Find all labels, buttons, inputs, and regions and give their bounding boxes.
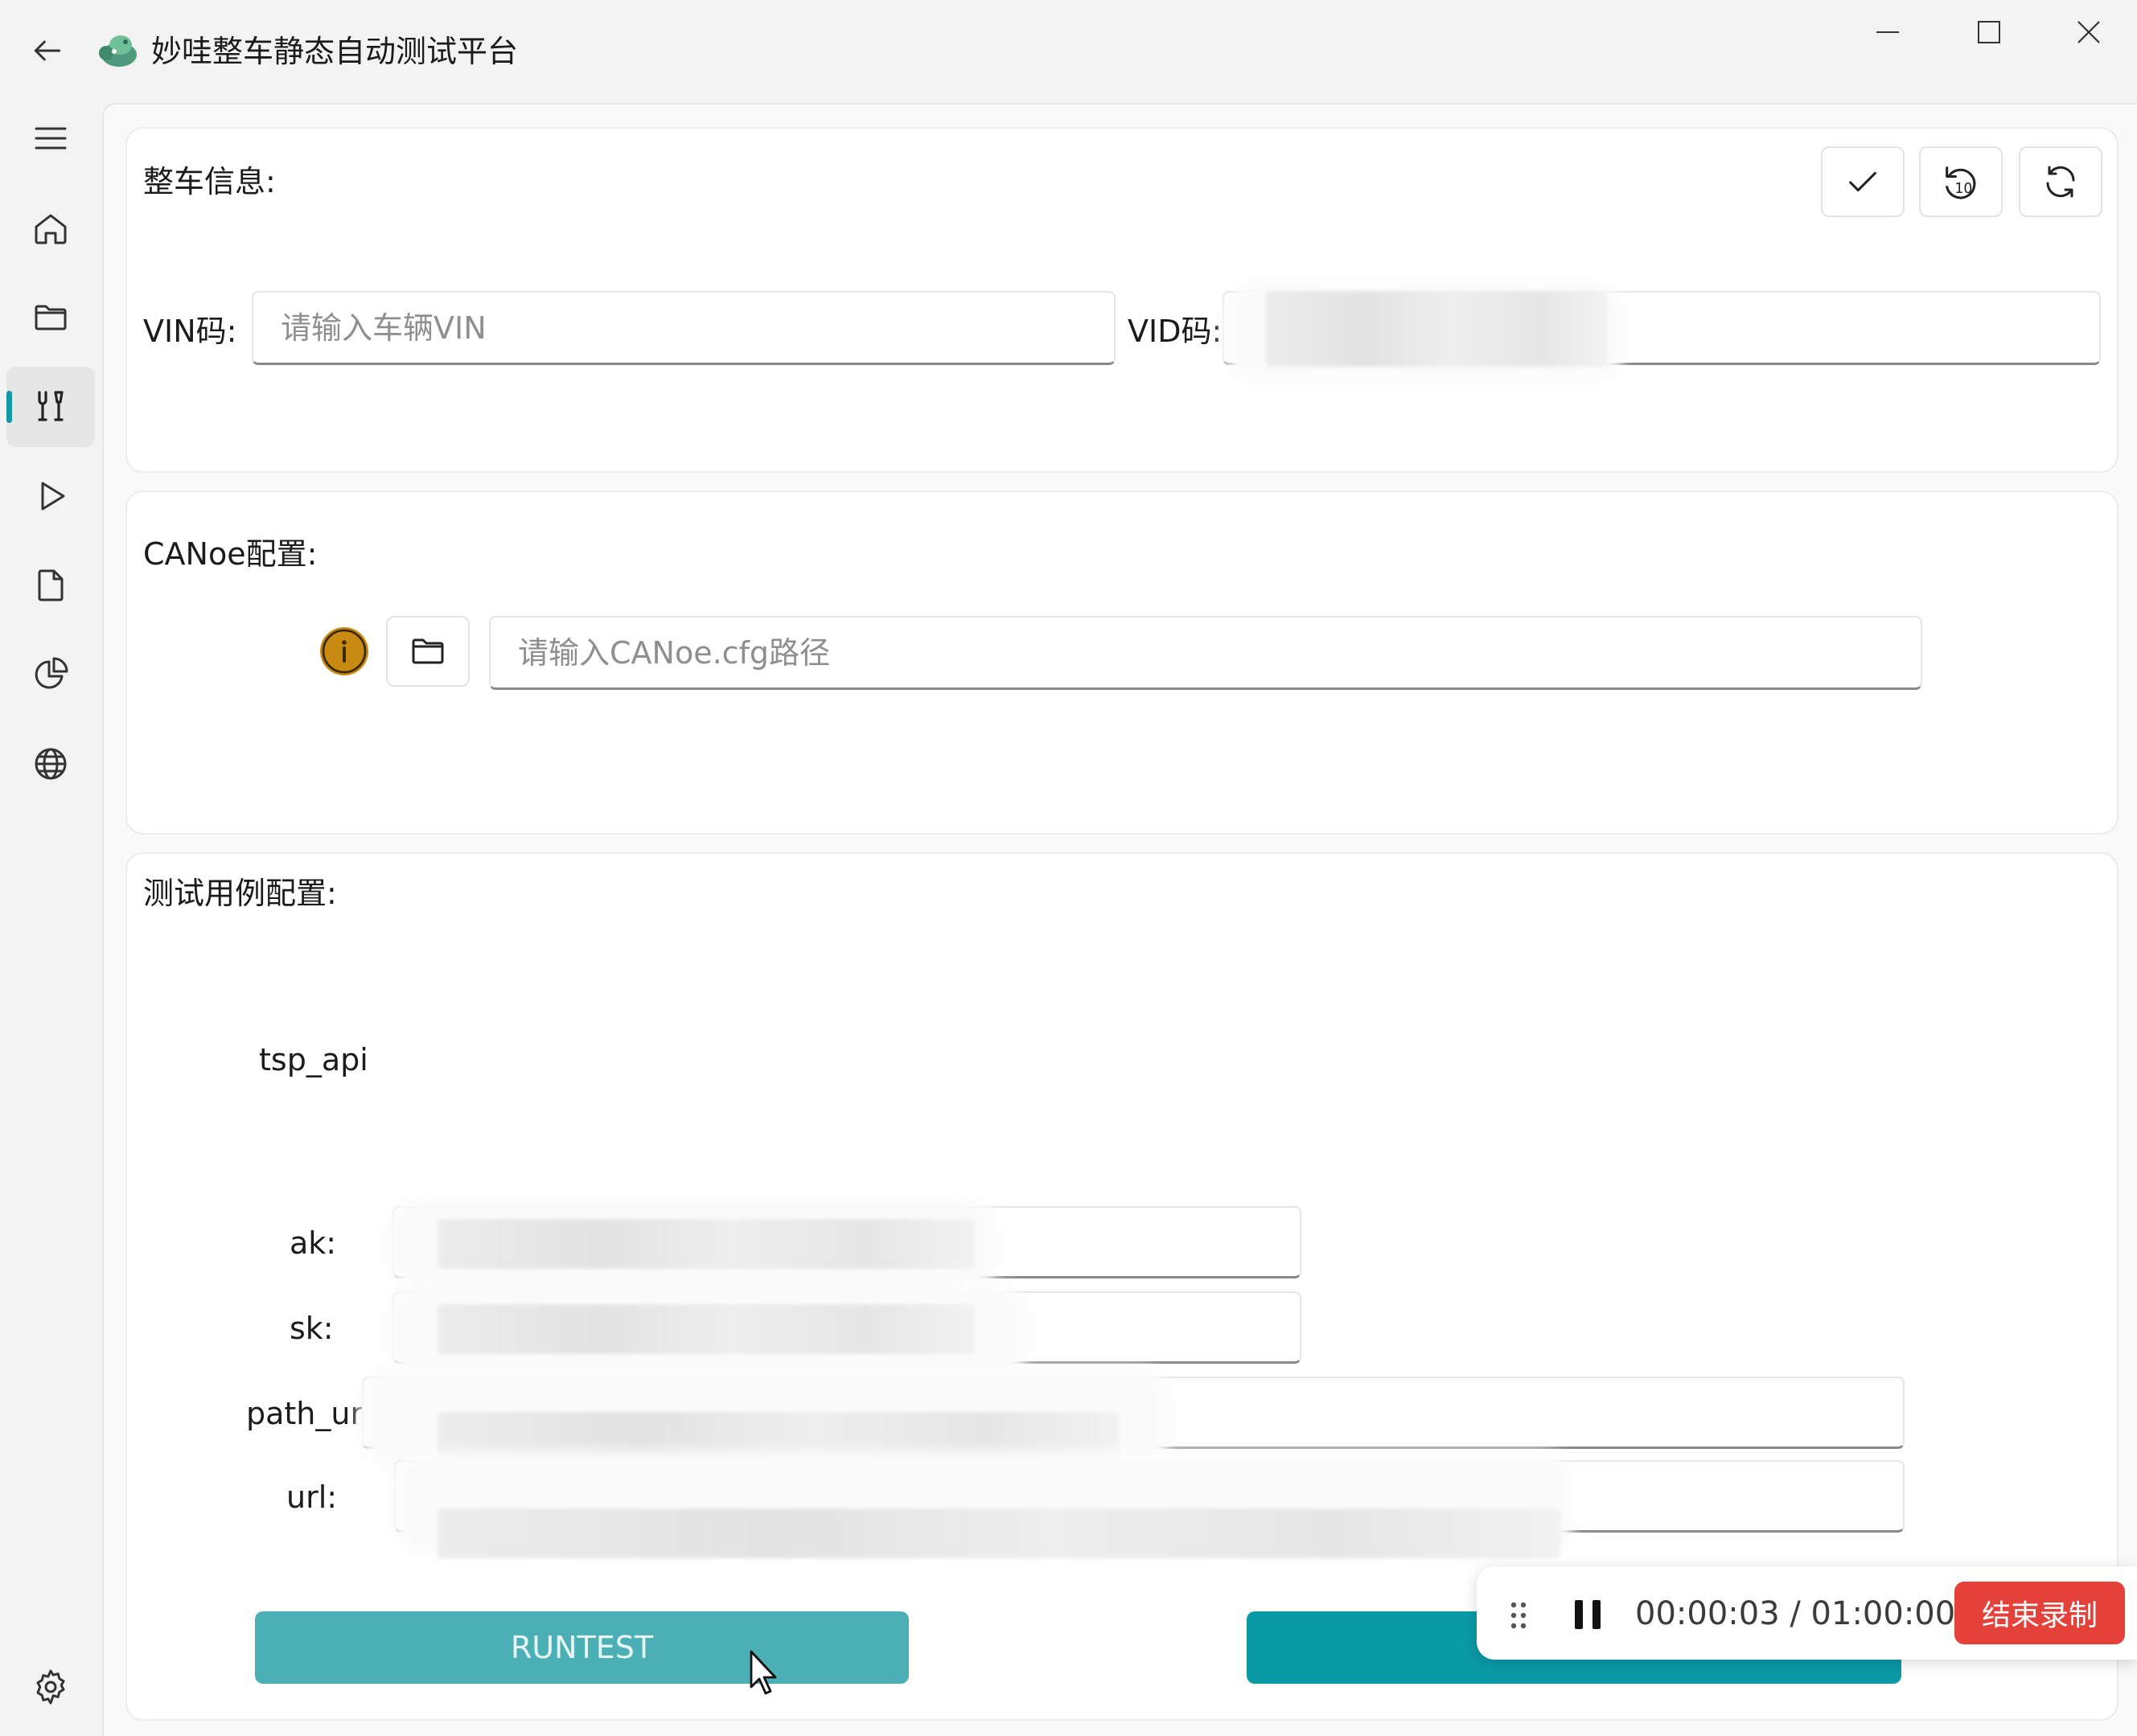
canoe-path-input[interactable]: 请输入CANoe.cfg路径 bbox=[489, 616, 1922, 690]
sk-label: sk: bbox=[290, 1311, 334, 1346]
vehicle-info-title: 整车信息: bbox=[143, 164, 276, 199]
minimize-button[interactable] bbox=[1851, 0, 1924, 64]
menu-toggle-button[interactable] bbox=[6, 98, 95, 179]
vin-label: VIN码: bbox=[143, 314, 237, 349]
info-icon bbox=[322, 629, 367, 674]
vin-input[interactable]: 请输入车辆VIN bbox=[252, 291, 1116, 365]
ak-label: ak: bbox=[290, 1225, 337, 1261]
browse-folder-button[interactable] bbox=[386, 616, 470, 687]
nav-item-web[interactable] bbox=[6, 724, 95, 804]
app-logo-icon bbox=[95, 27, 140, 72]
confirm-button[interactable] bbox=[1821, 146, 1905, 217]
check-icon bbox=[1849, 171, 1876, 192]
maximize-button[interactable] bbox=[1953, 0, 2025, 64]
nav-item-document[interactable] bbox=[6, 545, 95, 626]
rewind-10-button[interactable]: 10 bbox=[1919, 146, 2003, 217]
back-button[interactable] bbox=[23, 26, 72, 76]
pause-recording-button[interactable] bbox=[1565, 1592, 1610, 1637]
test-case-config-title: 测试用例配置: bbox=[143, 876, 337, 911]
settings-icon bbox=[36, 1669, 65, 1705]
maximize-icon bbox=[1978, 21, 2000, 43]
vin-placeholder: 请输入车辆VIN bbox=[281, 310, 487, 346]
globe-icon bbox=[35, 748, 67, 780]
pie-chart-icon bbox=[35, 657, 68, 689]
pause-icon bbox=[1575, 1600, 1601, 1629]
ak-value-redacted bbox=[438, 1219, 975, 1269]
folder-icon bbox=[412, 638, 444, 664]
back-arrow-icon bbox=[34, 40, 61, 61]
vid-label: VID码: bbox=[1128, 314, 1223, 349]
nav-item-settings[interactable] bbox=[6, 1647, 95, 1727]
path-url-label: path_ur bbox=[246, 1396, 364, 1431]
canoe-config-title: CANoe配置: bbox=[143, 536, 318, 572]
nav-item-run[interactable] bbox=[6, 456, 95, 536]
stop-recording-button[interactable]: 结束录制 bbox=[1954, 1582, 2125, 1644]
nav-item-home[interactable] bbox=[6, 188, 95, 269]
nav-item-folder[interactable] bbox=[6, 277, 95, 358]
refresh-icon bbox=[2046, 166, 2075, 198]
refresh-button[interactable] bbox=[2019, 146, 2102, 217]
drag-handle-icon[interactable] bbox=[1509, 1600, 1528, 1631]
active-nav-indicator bbox=[6, 391, 12, 423]
menu-icon bbox=[35, 127, 67, 150]
url-value-redacted bbox=[438, 1508, 1560, 1558]
home-icon bbox=[35, 214, 67, 244]
close-icon bbox=[2077, 21, 2100, 43]
info-button[interactable] bbox=[320, 627, 368, 675]
folder-icon bbox=[35, 305, 67, 330]
svg-text:10: 10 bbox=[1954, 181, 1972, 197]
group-name-label: tsp_api bbox=[259, 1042, 368, 1077]
document-icon bbox=[38, 569, 64, 601]
nav-item-tools[interactable] bbox=[6, 367, 95, 447]
tools-icon bbox=[38, 391, 64, 421]
play-icon bbox=[41, 482, 65, 511]
rewind-10-icon: 10 bbox=[1946, 166, 1976, 199]
minimize-icon bbox=[1876, 31, 1899, 33]
vid-value-redacted bbox=[1266, 291, 1607, 367]
recording-timer: 00:00:03 / 01:00:00 bbox=[1635, 1595, 1956, 1632]
close-button[interactable] bbox=[2053, 0, 2125, 64]
window-title: 妙哇整车静态自动测试平台 bbox=[151, 34, 519, 69]
nav-item-report[interactable] bbox=[6, 634, 95, 715]
sk-value-redacted bbox=[438, 1304, 975, 1354]
url-label: url: bbox=[286, 1479, 338, 1515]
mouse-cursor-icon bbox=[748, 1648, 780, 1697]
runtest-button[interactable]: RUNTEST bbox=[255, 1611, 909, 1684]
canoe-path-placeholder: 请输入CANoe.cfg路径 bbox=[518, 635, 831, 671]
